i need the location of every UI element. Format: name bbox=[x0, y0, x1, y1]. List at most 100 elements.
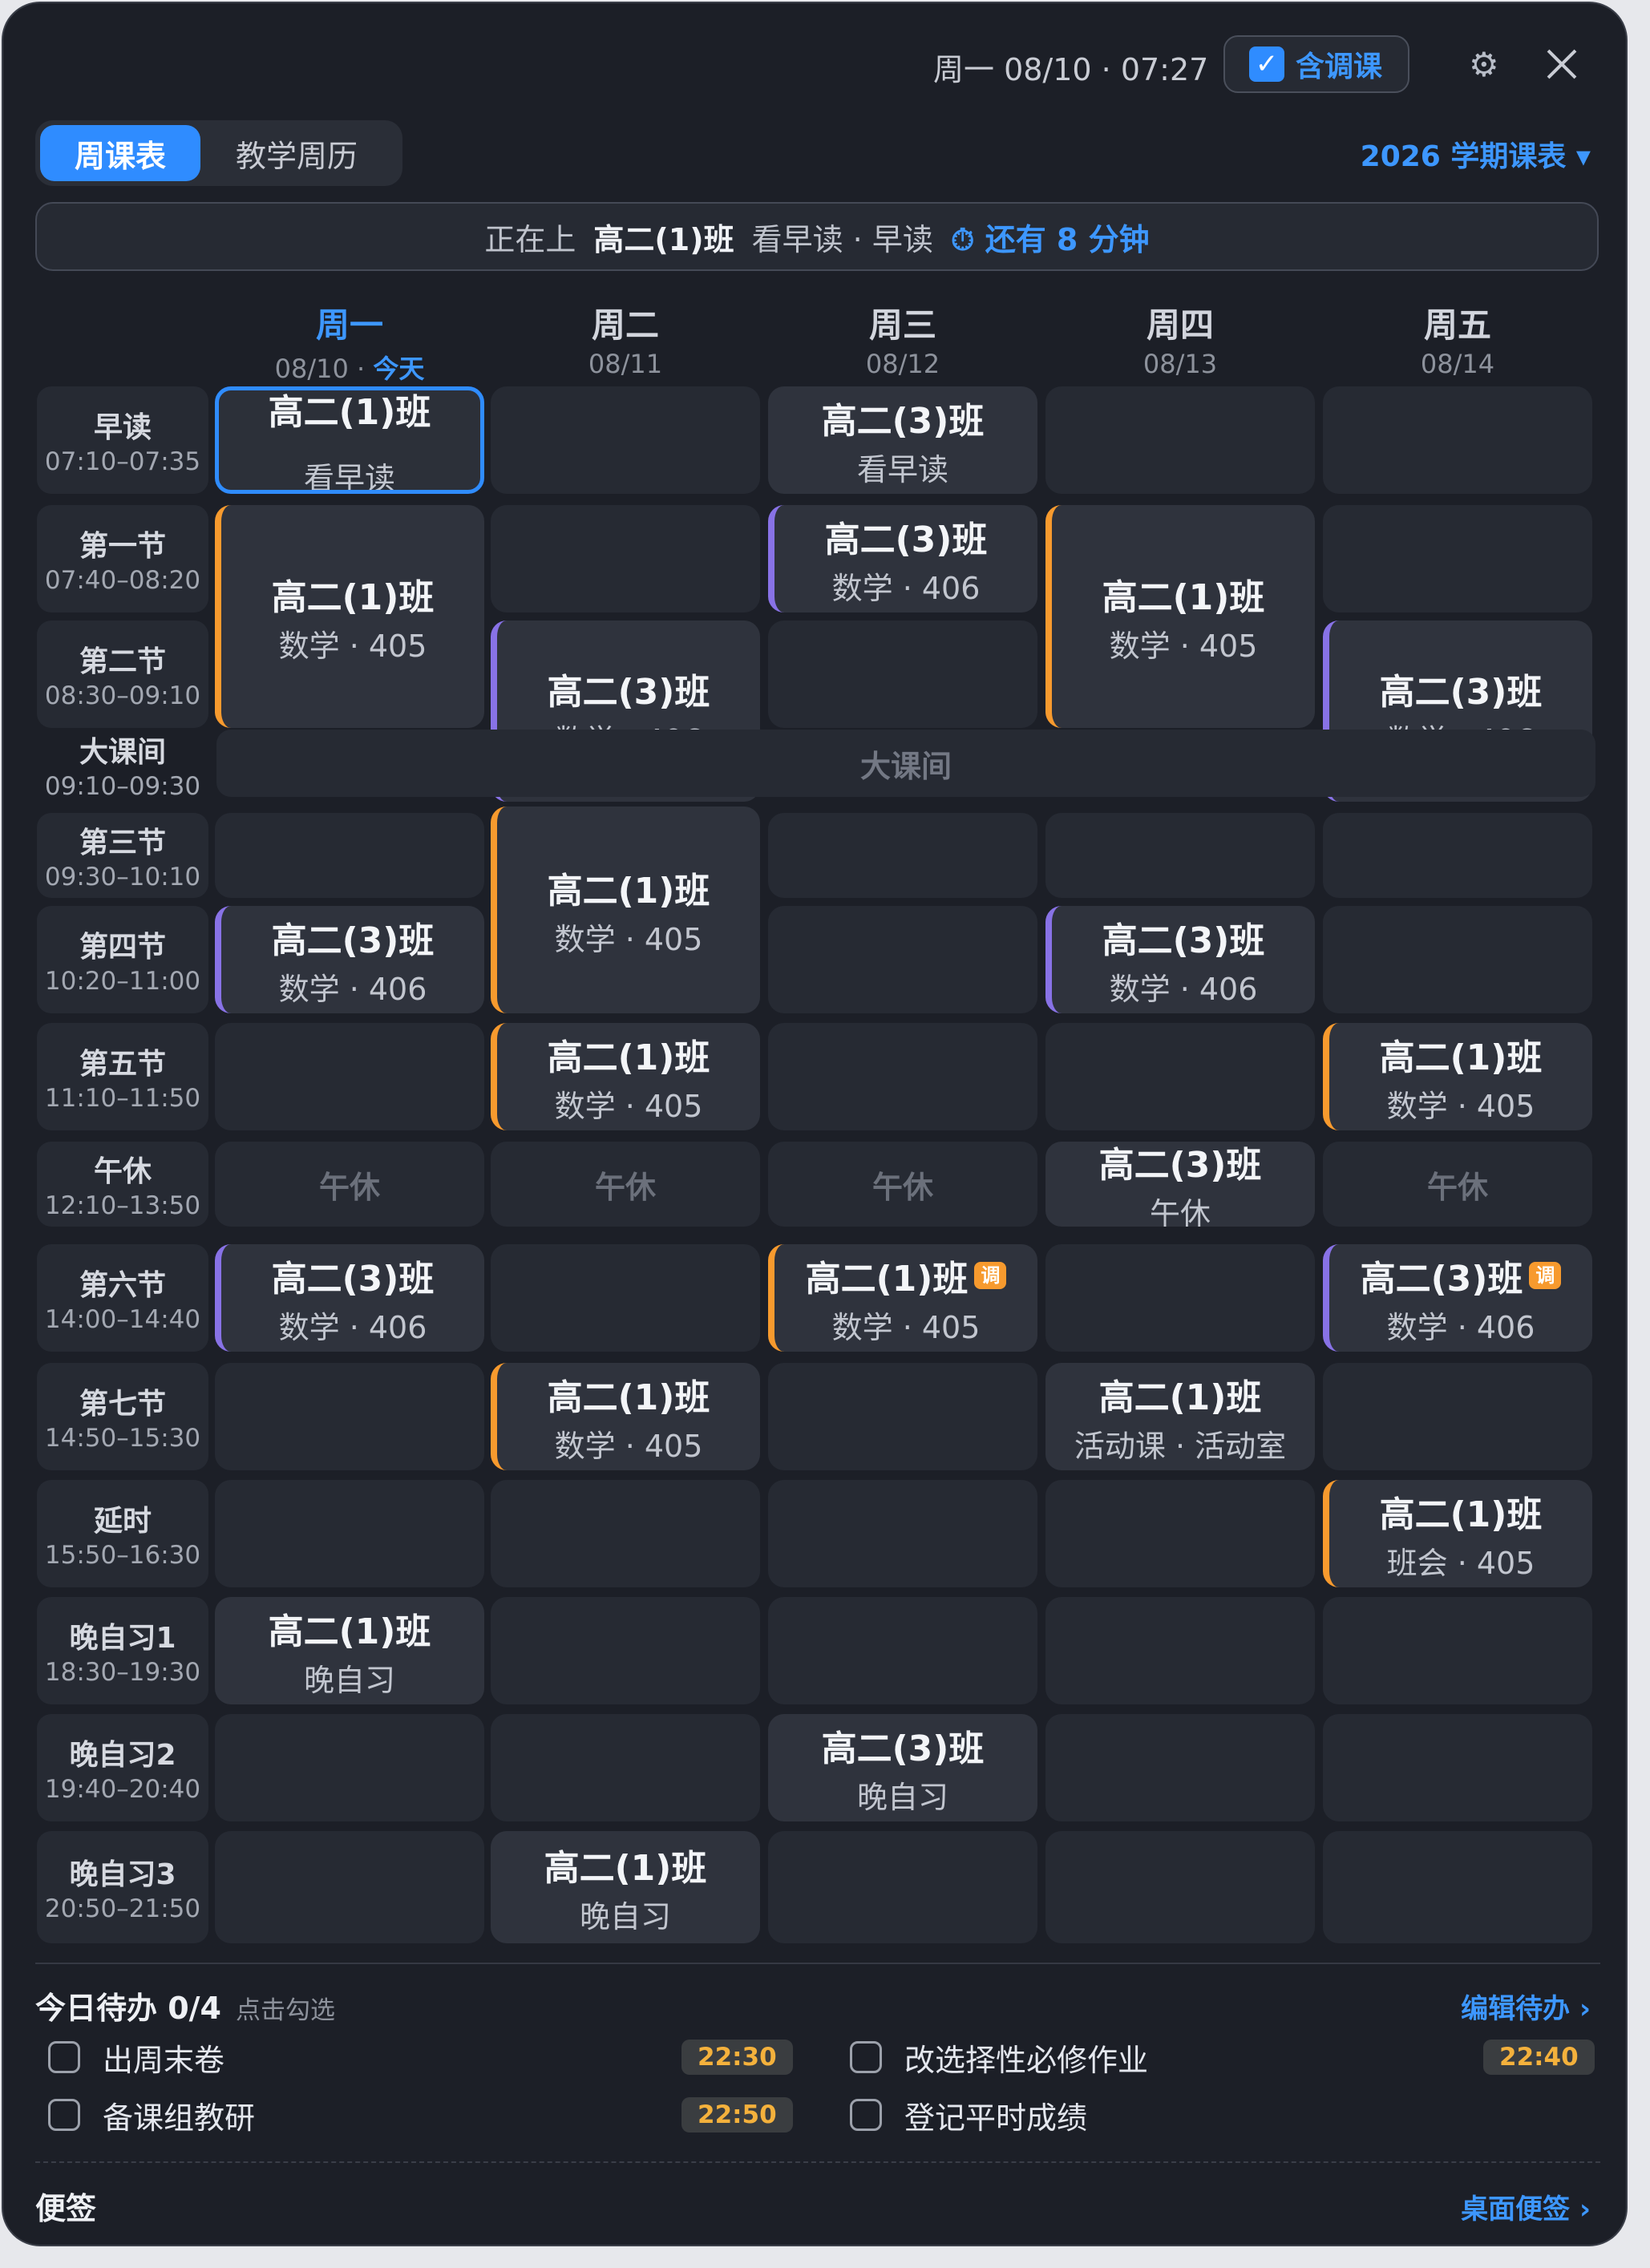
current-datetime: 周一 08/10 · 07:27 bbox=[933, 52, 1209, 87]
big-break-band: 大课间 bbox=[216, 730, 1595, 797]
lesson-card[interactable]: 高二(1)班 数学 · 405 bbox=[1323, 1023, 1592, 1130]
todo-item[interactable]: 登记平时成绩 bbox=[850, 2091, 1087, 2139]
day-header-mon[interactable]: 周一 08/10 · 今天 bbox=[269, 298, 430, 395]
todo-checkbox[interactable] bbox=[48, 2041, 80, 2073]
empty-slot[interactable] bbox=[768, 1597, 1037, 1704]
day-header-tue[interactable]: 周二 08/11 bbox=[545, 298, 706, 379]
now-subject: 看早读 · 早读 bbox=[751, 221, 933, 257]
todo-checkbox[interactable] bbox=[850, 2041, 882, 2073]
term-selector-dropdown[interactable]: 2026 学期课表 ▾ bbox=[1361, 133, 1591, 175]
empty-slot[interactable] bbox=[1323, 1714, 1592, 1821]
empty-slot[interactable] bbox=[1045, 386, 1315, 494]
lesson-card[interactable]: 高二(1)班 数学 · 405 bbox=[491, 1363, 760, 1470]
empty-slot[interactable] bbox=[768, 1831, 1037, 1943]
empty-slot[interactable] bbox=[215, 1023, 484, 1130]
adjusted-badge: 调 bbox=[1529, 1261, 1562, 1289]
empty-slot[interactable] bbox=[768, 1480, 1037, 1587]
lunch-cell[interactable]: 午休 bbox=[1323, 1142, 1592, 1227]
lesson-card[interactable]: 高二(1)班 数学 · 405 bbox=[491, 1023, 760, 1130]
lesson-card[interactable]: 高二(3)班 午休 bbox=[1045, 1142, 1315, 1227]
empty-slot[interactable] bbox=[1323, 906, 1592, 1013]
desktop-notes-link[interactable]: 桌面便签 › bbox=[1461, 2187, 1591, 2226]
empty-slot[interactable] bbox=[491, 1714, 760, 1821]
period-label: 晚自习2 19:40–20:40 bbox=[37, 1714, 208, 1821]
todo-item[interactable]: 出周末卷 22:30 bbox=[48, 2033, 793, 2081]
empty-slot[interactable] bbox=[768, 1363, 1037, 1470]
empty-slot[interactable] bbox=[1323, 386, 1592, 494]
edit-todo-link[interactable]: 编辑待办 › bbox=[1461, 1987, 1591, 2026]
period-label: 晚自习3 20:50–21:50 bbox=[37, 1831, 208, 1943]
include-adjust-label: 含调课 bbox=[1296, 51, 1383, 83]
settings-gear-icon[interactable]: ⚙ bbox=[1469, 45, 1499, 84]
period-label: 第一节 07:40–08:20 bbox=[37, 505, 208, 612]
adjusted-badge: 调 bbox=[974, 1261, 1007, 1289]
divider bbox=[35, 1963, 1600, 1964]
lesson-card[interactable]: 高二(3)班数学 · 406 bbox=[215, 1244, 484, 1352]
day-header-thu[interactable]: 周四 08/13 bbox=[1100, 298, 1260, 379]
empty-slot[interactable] bbox=[768, 1023, 1037, 1130]
close-icon[interactable] bbox=[1543, 45, 1581, 83]
lesson-card[interactable]: 高二(3)班数学 · 406 bbox=[768, 505, 1037, 612]
tab-week-schedule[interactable]: 周课表 bbox=[40, 125, 200, 181]
period-label: 大课间 09:10–09:30 bbox=[44, 736, 201, 801]
todo-checkbox[interactable] bbox=[850, 2099, 882, 2131]
todo-checkbox[interactable] bbox=[48, 2099, 80, 2131]
todo-item[interactable]: 改选择性必修作业 22:40 bbox=[850, 2033, 1595, 2081]
empty-slot[interactable] bbox=[1323, 813, 1592, 898]
period-label: 第六节 14:00–14:40 bbox=[37, 1244, 208, 1352]
empty-slot[interactable] bbox=[215, 1714, 484, 1821]
empty-slot[interactable] bbox=[215, 1363, 484, 1470]
lesson-card[interactable]: 高二(1)班 数学 · 405 bbox=[1045, 505, 1315, 728]
lesson-card[interactable]: 高二(3)班数学 · 406 bbox=[215, 906, 484, 1013]
todo-time-badge: 22:30 bbox=[681, 2040, 793, 2075]
empty-slot[interactable] bbox=[1323, 1831, 1592, 1943]
empty-slot[interactable] bbox=[1045, 1831, 1315, 1943]
lunch-cell[interactable]: 午休 bbox=[491, 1142, 760, 1227]
period-label: 第七节 14:50–15:30 bbox=[37, 1363, 208, 1470]
empty-slot[interactable] bbox=[215, 813, 484, 898]
todo-item[interactable]: 备课组教研 22:50 bbox=[48, 2091, 793, 2139]
empty-slot[interactable] bbox=[1045, 1480, 1315, 1587]
empty-slot[interactable] bbox=[768, 621, 1037, 728]
empty-slot[interactable] bbox=[768, 813, 1037, 898]
lesson-card[interactable]: 高二(3)班 晚自习 bbox=[768, 1714, 1037, 1821]
empty-slot[interactable] bbox=[1323, 1597, 1592, 1704]
lesson-card[interactable]: 高二(1)班 数学 · 405 bbox=[491, 807, 760, 1013]
period-label: 第四节 10:20–11:00 bbox=[37, 906, 208, 1013]
empty-slot[interactable] bbox=[1323, 1363, 1592, 1470]
lesson-card[interactable]: 高二(3)班调数学 · 406 bbox=[1323, 1244, 1592, 1352]
empty-slot[interactable] bbox=[1045, 1597, 1315, 1704]
empty-slot[interactable] bbox=[1045, 1023, 1315, 1130]
lunch-cell[interactable]: 午休 bbox=[768, 1142, 1037, 1227]
empty-slot[interactable] bbox=[491, 1244, 760, 1352]
day-header-fri[interactable]: 周五 08/14 bbox=[1377, 298, 1538, 379]
empty-slot[interactable] bbox=[491, 386, 760, 494]
lesson-card[interactable]: 高二(1)班 班会 · 405 bbox=[1323, 1480, 1592, 1587]
lesson-card[interactable]: 高二(1)班 看早读 bbox=[215, 386, 484, 494]
empty-slot[interactable] bbox=[1323, 505, 1592, 612]
empty-slot[interactable] bbox=[1045, 1714, 1315, 1821]
empty-slot[interactable] bbox=[768, 906, 1037, 1013]
day-header-wed[interactable]: 周三 08/12 bbox=[823, 298, 983, 379]
empty-slot[interactable] bbox=[491, 505, 760, 612]
empty-slot[interactable] bbox=[1045, 813, 1315, 898]
lesson-card[interactable]: 高二(1)班调数学 · 405 bbox=[768, 1244, 1037, 1352]
empty-slot[interactable] bbox=[491, 1597, 760, 1704]
lesson-card[interactable]: 高二(3)班 看早读 bbox=[768, 386, 1037, 494]
divider-dashed bbox=[35, 2161, 1600, 2163]
empty-slot[interactable] bbox=[491, 1480, 760, 1587]
lesson-card[interactable]: 高二(1)班 数学 · 405 bbox=[215, 505, 484, 728]
lunch-cell[interactable]: 午休 bbox=[215, 1142, 484, 1227]
lesson-card[interactable]: 高二(1)班 活动课 · 活动室 bbox=[1045, 1363, 1315, 1470]
lesson-card[interactable]: 高二(1)班 晚自习 bbox=[215, 1597, 484, 1704]
lesson-card[interactable]: 高二(1)班 晚自习 bbox=[491, 1831, 760, 1943]
include-adjust-toggle[interactable]: ✓ 含调课 bbox=[1223, 35, 1409, 93]
empty-slot[interactable] bbox=[215, 1480, 484, 1587]
period-label: 午休 12:10–13:50 bbox=[37, 1142, 208, 1227]
lesson-card[interactable]: 高二(3)班数学 · 406 bbox=[1045, 906, 1315, 1013]
tab-teaching-calendar[interactable]: 教学周历 bbox=[200, 125, 393, 181]
period-label: 第三节 09:30–10:10 bbox=[37, 813, 208, 898]
todo-time-badge: 22:40 bbox=[1483, 2040, 1595, 2075]
empty-slot[interactable] bbox=[1045, 1244, 1315, 1352]
empty-slot[interactable] bbox=[215, 1831, 484, 1943]
